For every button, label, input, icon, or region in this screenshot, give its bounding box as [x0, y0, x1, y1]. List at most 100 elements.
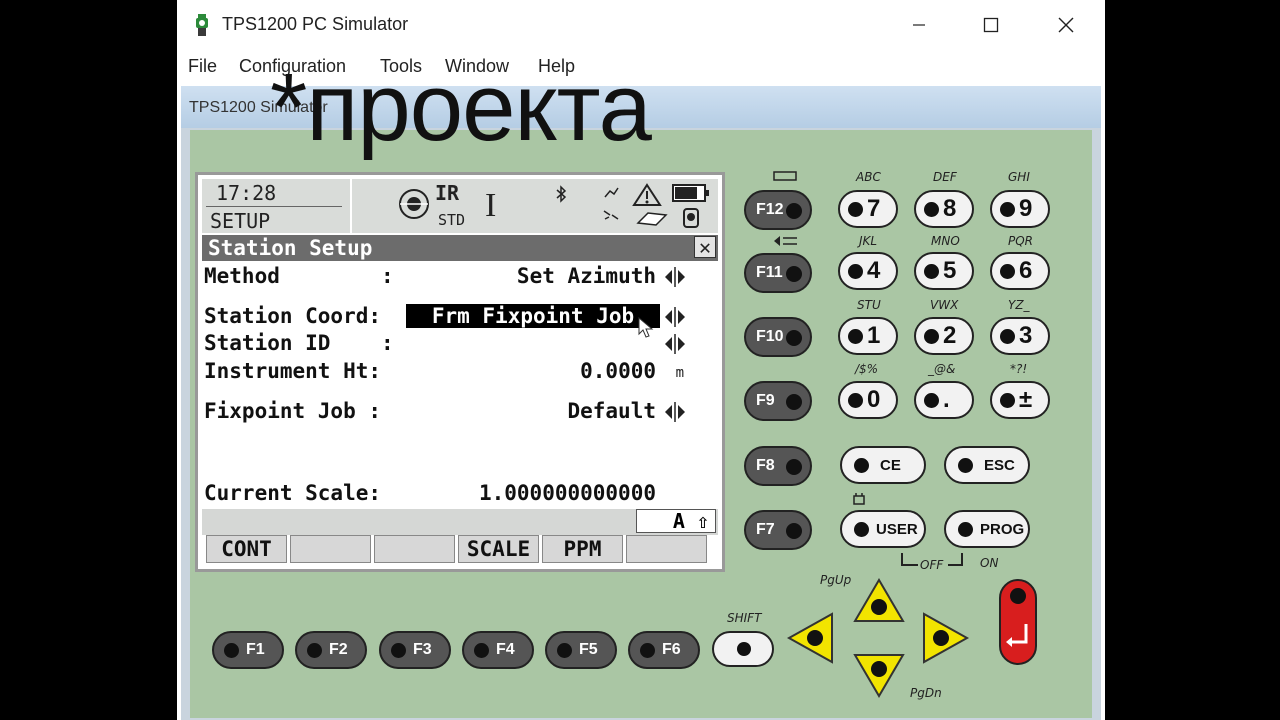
key-label: 4	[867, 257, 881, 284]
esc-key[interactable]: ESC	[944, 446, 1030, 484]
key-6[interactable]: 6	[990, 252, 1050, 290]
std-mode-indicator: STD	[438, 211, 466, 229]
softkey-cont[interactable]: CONT	[206, 535, 287, 563]
key-1[interactable]: 1	[838, 317, 898, 355]
key-dot	[557, 643, 572, 658]
key-5[interactable]: 5	[914, 252, 974, 290]
dialog-close-button[interactable]: ✕	[694, 236, 716, 258]
softkey-ppm[interactable]: PPM	[542, 535, 623, 563]
key-label: 0	[867, 386, 881, 413]
f9-key[interactable]: F9	[744, 381, 812, 421]
key-label: F2	[329, 641, 348, 658]
key-decimal[interactable]: .	[914, 381, 974, 419]
key-8[interactable]: 8	[914, 190, 974, 228]
f7-key[interactable]: F7	[744, 510, 812, 550]
f10-label: F10	[756, 328, 784, 345]
instrument-height-label: Instrument Ht:	[204, 359, 382, 383]
f6-key[interactable]: F6	[628, 631, 700, 669]
prog-key[interactable]: PROG	[944, 510, 1030, 548]
window-title: TPS1200 PC Simulator	[222, 14, 409, 34]
station-coord-label: Station Coord:	[204, 304, 382, 328]
key-label: F3	[413, 641, 432, 658]
close-icon	[1058, 17, 1074, 33]
divider	[206, 206, 342, 207]
enter-key[interactable]	[998, 578, 1038, 666]
close-button[interactable]	[1029, 0, 1103, 50]
backlight-icon	[774, 236, 797, 246]
station-coord-chevron-icon[interactable]	[662, 305, 688, 329]
instrument-icon	[683, 208, 699, 228]
key-dot	[786, 459, 802, 475]
key-dot	[854, 522, 869, 537]
softkey-blank-3[interactable]	[374, 535, 455, 563]
method-chevron-icon[interactable]	[662, 265, 688, 289]
station-coord-value[interactable]: Frm Fixpoint Job	[406, 304, 660, 328]
left-arrow-key[interactable]	[786, 610, 836, 666]
method-value[interactable]: Set Azimuth	[517, 264, 656, 288]
key-dot	[924, 393, 939, 408]
key-dot	[737, 642, 751, 656]
shift-key[interactable]	[712, 631, 774, 667]
key-label: CE	[880, 457, 901, 474]
key-2[interactable]: 2	[914, 317, 974, 355]
key-label: F4	[496, 641, 515, 658]
key-7[interactable]: 7	[838, 190, 898, 228]
fixpoint-job-value[interactable]: Default	[567, 399, 656, 423]
minimize-button[interactable]	[882, 0, 956, 50]
f5-key[interactable]: F5	[545, 631, 617, 669]
clock-time: 17:28	[216, 181, 277, 205]
key-3[interactable]: 3	[990, 317, 1050, 355]
f1-key[interactable]: F1	[212, 631, 284, 669]
menu-file[interactable]: File	[188, 56, 217, 77]
fixpoint-job-chevron-icon[interactable]	[662, 400, 688, 424]
key-label: USER	[876, 521, 918, 538]
key-label: ESC	[984, 457, 1015, 474]
key-dot	[391, 643, 406, 658]
key-dot	[924, 329, 939, 344]
f11-label: F11	[756, 264, 783, 281]
prism-icon	[399, 189, 429, 219]
app-icon	[196, 14, 208, 36]
overlay-caption: *проекта	[270, 54, 652, 161]
card-icon	[636, 212, 668, 226]
maximize-button[interactable]	[954, 0, 1028, 50]
key-letters: MNO	[931, 234, 960, 248]
key-9[interactable]: 9	[990, 190, 1050, 228]
key-0[interactable]: 0	[838, 381, 898, 419]
key-dot	[474, 643, 489, 658]
bluetooth-icon	[556, 185, 567, 203]
ir-mode-indicator: IR	[435, 181, 460, 205]
f4-key[interactable]: F4	[462, 631, 534, 669]
instrument-height-value[interactable]: 0.0000	[580, 359, 656, 383]
battery-icon	[672, 184, 709, 202]
softkey-blank-6[interactable]	[626, 535, 707, 563]
user-key[interactable]: USER	[840, 510, 926, 548]
softkey-scale[interactable]: SCALE	[458, 535, 539, 563]
key-4[interactable]: 4	[838, 252, 898, 290]
f10-key[interactable]: F10	[744, 317, 812, 357]
key-letters: STU	[857, 298, 881, 312]
station-id-chevron-icon[interactable]	[662, 332, 688, 356]
down-arrow-key[interactable]	[852, 651, 906, 699]
f12-key[interactable]: F12	[744, 190, 812, 230]
key-dot	[958, 522, 973, 537]
key-letters: YZ_	[1008, 298, 1030, 312]
key-label: F5	[579, 641, 598, 658]
dialog-title: Station Setup	[208, 236, 373, 260]
f3-key[interactable]: F3	[379, 631, 451, 669]
f8-key[interactable]: F8	[744, 446, 812, 486]
title-bar: TPS1200 PC Simulator	[177, 0, 1105, 50]
shift-label: SHIFT	[727, 611, 762, 625]
f11-key[interactable]: F11	[744, 253, 812, 293]
ce-key[interactable]: CE	[840, 446, 926, 484]
up-arrow-key[interactable]	[852, 577, 906, 625]
right-arrow-key[interactable]	[920, 610, 970, 666]
case-indicator: A ⇧	[636, 509, 716, 533]
key-dot	[786, 203, 802, 219]
key-letters: /$%	[855, 362, 879, 376]
softkey-blank-2[interactable]	[290, 535, 371, 563]
f2-key[interactable]: F2	[295, 631, 367, 669]
key-plus-minus[interactable]: ±	[990, 381, 1050, 419]
dialog-title-bar: Station Setup ✕	[202, 235, 718, 261]
softkey-bar: CONT SCALE PPM	[202, 535, 718, 565]
